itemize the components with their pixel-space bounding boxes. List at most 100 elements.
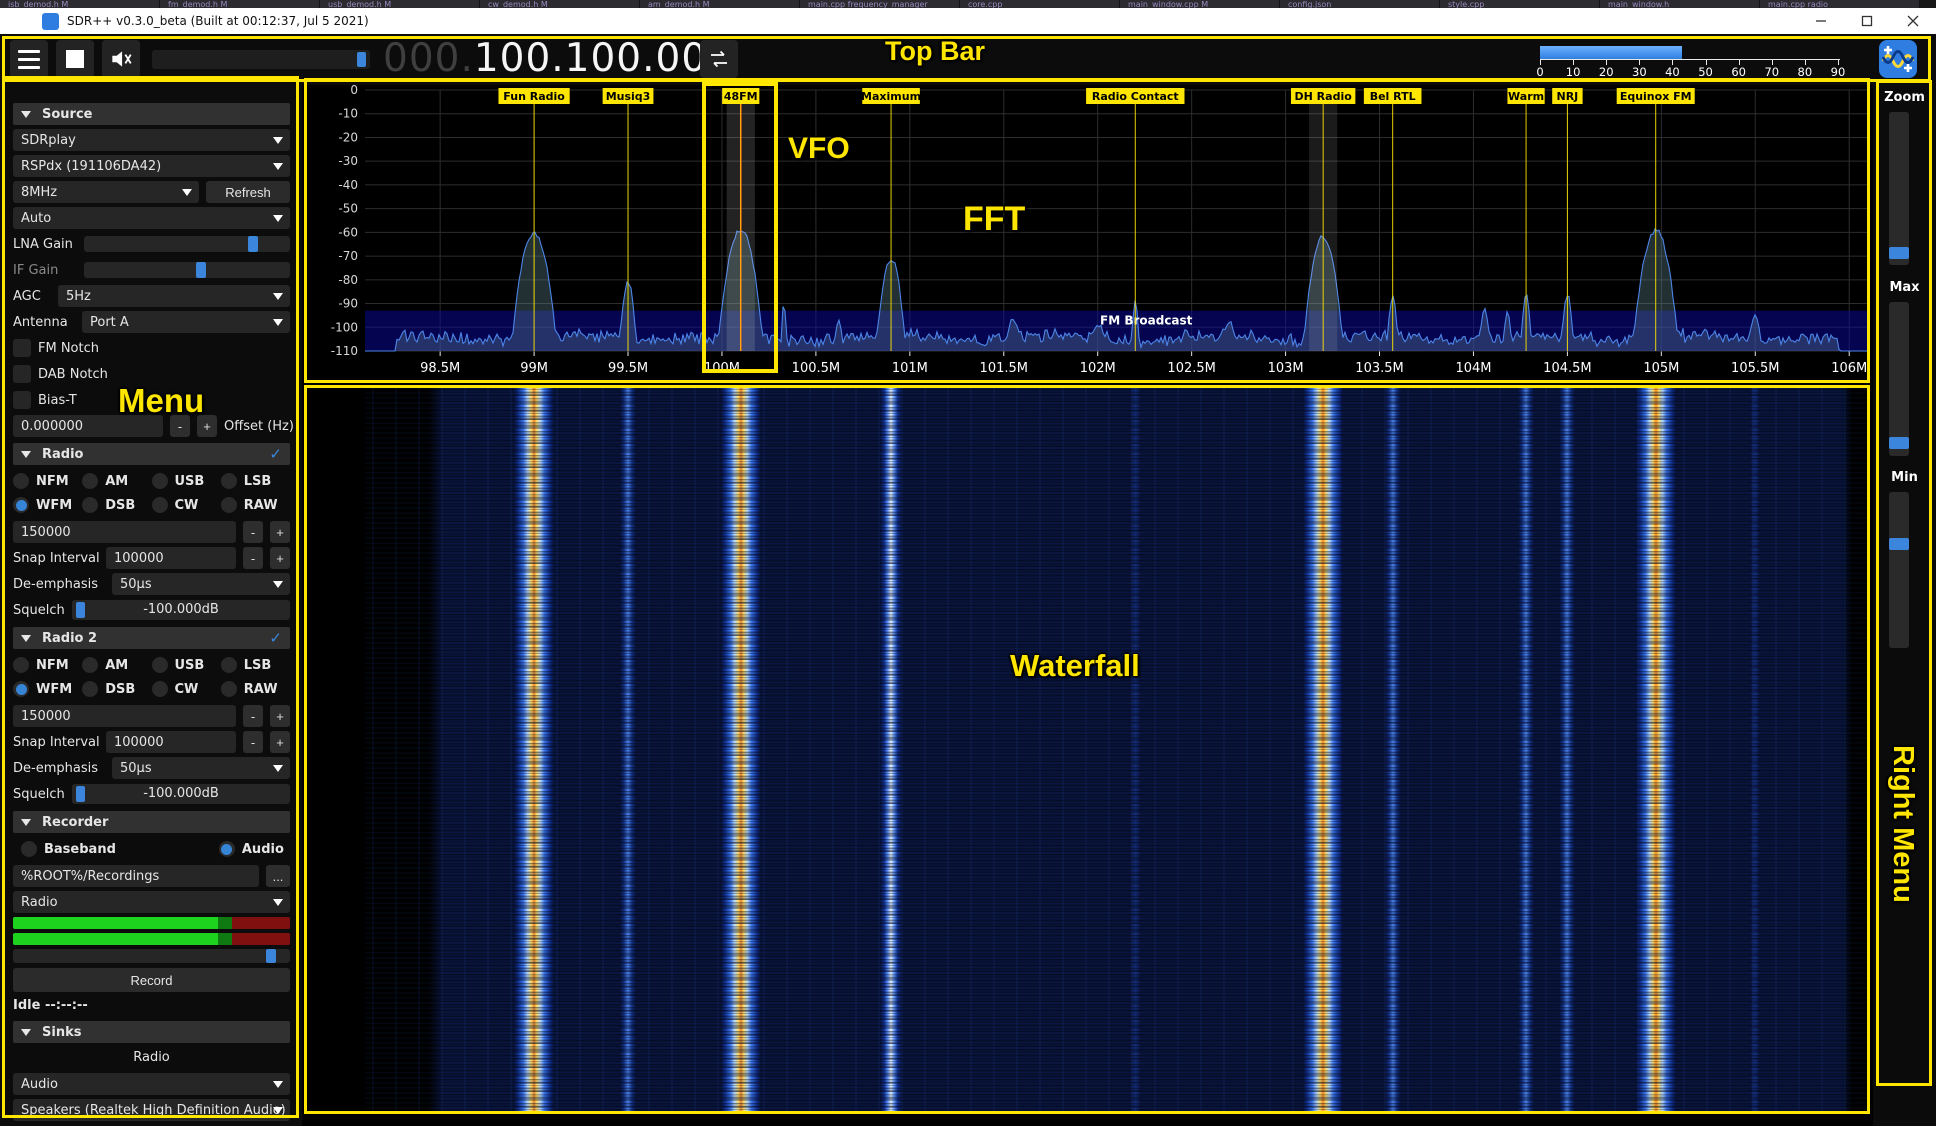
station-label[interactable]: Warm (1508, 90, 1544, 103)
mode-dsb[interactable]: DSB (82, 677, 151, 701)
bandwidth-minus-button[interactable]: - (243, 521, 263, 543)
editor-tab[interactable]: main_window.cpp M (1120, 0, 1280, 8)
editor-tab[interactable]: style.cpp (1440, 0, 1600, 8)
mode-cw[interactable]: CW (152, 493, 221, 517)
mode-wfm[interactable]: WFM (13, 493, 82, 517)
mode-dsb[interactable]: DSB (82, 493, 151, 517)
mode-usb[interactable]: USB (152, 653, 221, 677)
enabled-check-icon[interactable]: ✓ (269, 629, 282, 647)
editor-tab[interactable]: main.cpp frequency_manager (800, 0, 960, 8)
close-button[interactable] (1890, 8, 1936, 34)
deemphasis-dropdown[interactable]: 50µs (112, 757, 290, 779)
radio-section-header[interactable]: Radio✓ (13, 443, 290, 465)
station-label[interactable]: Fun Radio (503, 90, 565, 103)
radio-button[interactable] (221, 473, 237, 489)
squelch-slider[interactable]: -100.000dB (72, 784, 290, 804)
recorder-section-header[interactable]: Recorder (13, 811, 290, 833)
radio-button[interactable] (152, 473, 168, 489)
mode-cw[interactable]: CW (152, 677, 221, 701)
slider-handle[interactable] (266, 949, 276, 963)
browse-button[interactable]: ... (266, 865, 290, 887)
radio-button[interactable] (152, 681, 168, 697)
stop-button[interactable] (56, 40, 94, 78)
deemphasis-dropdown[interactable]: 50µs (112, 573, 290, 595)
recorder-stream-dropdown[interactable]: Radio (13, 891, 290, 913)
radio-button[interactable] (82, 497, 98, 513)
slider-handle[interactable] (76, 786, 85, 802)
radio-button[interactable] (221, 681, 237, 697)
editor-tab[interactable]: main.cpp radio (1760, 0, 1920, 8)
recorder-volume-slider[interactable] (13, 949, 290, 963)
sinks-section-header[interactable]: Sinks (13, 1021, 290, 1043)
editor-tab[interactable]: config.json (1280, 0, 1440, 8)
radio-button[interactable] (82, 657, 98, 673)
radio-button[interactable] (21, 841, 37, 857)
dab-notch-checkbox[interactable] (13, 365, 31, 383)
mode-wfm[interactable]: WFM (13, 677, 82, 701)
vfo-swap-button[interactable] (700, 40, 738, 78)
editor-tab[interactable]: usb_demod.h M (320, 0, 480, 8)
fft-display[interactable]: 98.5M99M99.5M100M100.5M101M101.5M102M102… (300, 84, 1875, 386)
snap-plus-button[interactable]: + (270, 547, 290, 569)
mode-raw[interactable]: RAW (221, 493, 290, 517)
source-device-dropdown[interactable]: RSPdx (191106DA42) (13, 155, 290, 177)
mode-nfm[interactable]: NFM (13, 653, 82, 677)
min-slider[interactable] (1889, 492, 1909, 648)
mode-raw[interactable]: RAW (221, 677, 290, 701)
if-gain-slider[interactable] (84, 262, 290, 278)
radio-button[interactable] (82, 681, 98, 697)
snap-minus-button[interactable]: - (243, 547, 263, 569)
recorder-mode-baseband[interactable]: Baseband (21, 837, 116, 861)
mode-usb[interactable]: USB (152, 469, 221, 493)
station-label[interactable]: Bel RTL (1370, 90, 1416, 103)
minimize-button[interactable] (1798, 8, 1844, 34)
recorder-mode-audio[interactable]: Audio (219, 837, 284, 861)
radio2-bandwidth-input[interactable]: 150000 (13, 705, 236, 727)
bandwidth-dropdown[interactable]: Auto (13, 207, 290, 229)
snap-plus-button[interactable]: + (270, 731, 290, 753)
source-type-dropdown[interactable]: SDRplay (13, 129, 290, 151)
volume-slider-handle[interactable] (357, 52, 366, 67)
offset-input[interactable]: 0.000000 (13, 415, 163, 437)
station-label[interactable]: DH Radio (1295, 90, 1353, 103)
radio-button[interactable] (13, 473, 29, 489)
editor-tab[interactable]: fm_demod.h M (160, 0, 320, 8)
mode-am[interactable]: AM (82, 469, 151, 493)
maximize-button[interactable] (1844, 8, 1890, 34)
editor-tab[interactable]: main_window.h (1600, 0, 1760, 8)
radio2-section-header[interactable]: Radio 2✓ (13, 627, 290, 649)
radio-button[interactable] (221, 497, 237, 513)
agc-dropdown[interactable]: 5Hz (58, 285, 290, 307)
bias-t-checkbox[interactable] (13, 391, 31, 409)
station-label[interactable]: Musiq3 (606, 90, 651, 103)
refresh-button[interactable]: Refresh (206, 181, 290, 203)
fm-notch-checkbox[interactable] (13, 339, 31, 357)
snap-minus-button[interactable]: - (243, 731, 263, 753)
offset-plus-button[interactable]: + (197, 415, 217, 437)
mute-button[interactable] (102, 40, 140, 78)
radio-bandwidth-input[interactable]: 150000 (13, 521, 236, 543)
sink-device-dropdown[interactable]: Speakers (Realtek High Definition Audio) (13, 1099, 290, 1121)
radio-button[interactable] (152, 497, 168, 513)
waterfall-display[interactable] (302, 386, 1873, 1114)
zoom-slider-handle[interactable] (1889, 247, 1909, 259)
lna-gain-slider[interactable] (84, 236, 290, 252)
max-slider-handle[interactable] (1889, 437, 1909, 449)
mode-lsb[interactable]: LSB (221, 469, 290, 493)
source-section-header[interactable]: Source (13, 103, 290, 125)
zoom-slider[interactable] (1889, 112, 1909, 265)
radio-button[interactable] (219, 841, 235, 857)
bandwidth-plus-button[interactable]: + (270, 521, 290, 543)
volume-slider[interactable] (152, 50, 370, 69)
slider-handle[interactable] (248, 236, 258, 252)
record-button[interactable]: Record (13, 968, 290, 992)
menu-hamburger-button[interactable] (10, 40, 48, 78)
mode-am[interactable]: AM (82, 653, 151, 677)
slider-handle[interactable] (196, 262, 206, 278)
snap-interval-input[interactable]: 100000 (106, 731, 236, 753)
min-slider-handle[interactable] (1889, 538, 1909, 550)
bandwidth-plus-button[interactable]: + (270, 705, 290, 727)
frequency-display[interactable]: 000.100.100.000 (383, 36, 733, 82)
station-label[interactable]: NRJ (1557, 90, 1579, 103)
radio-button[interactable] (13, 657, 29, 673)
